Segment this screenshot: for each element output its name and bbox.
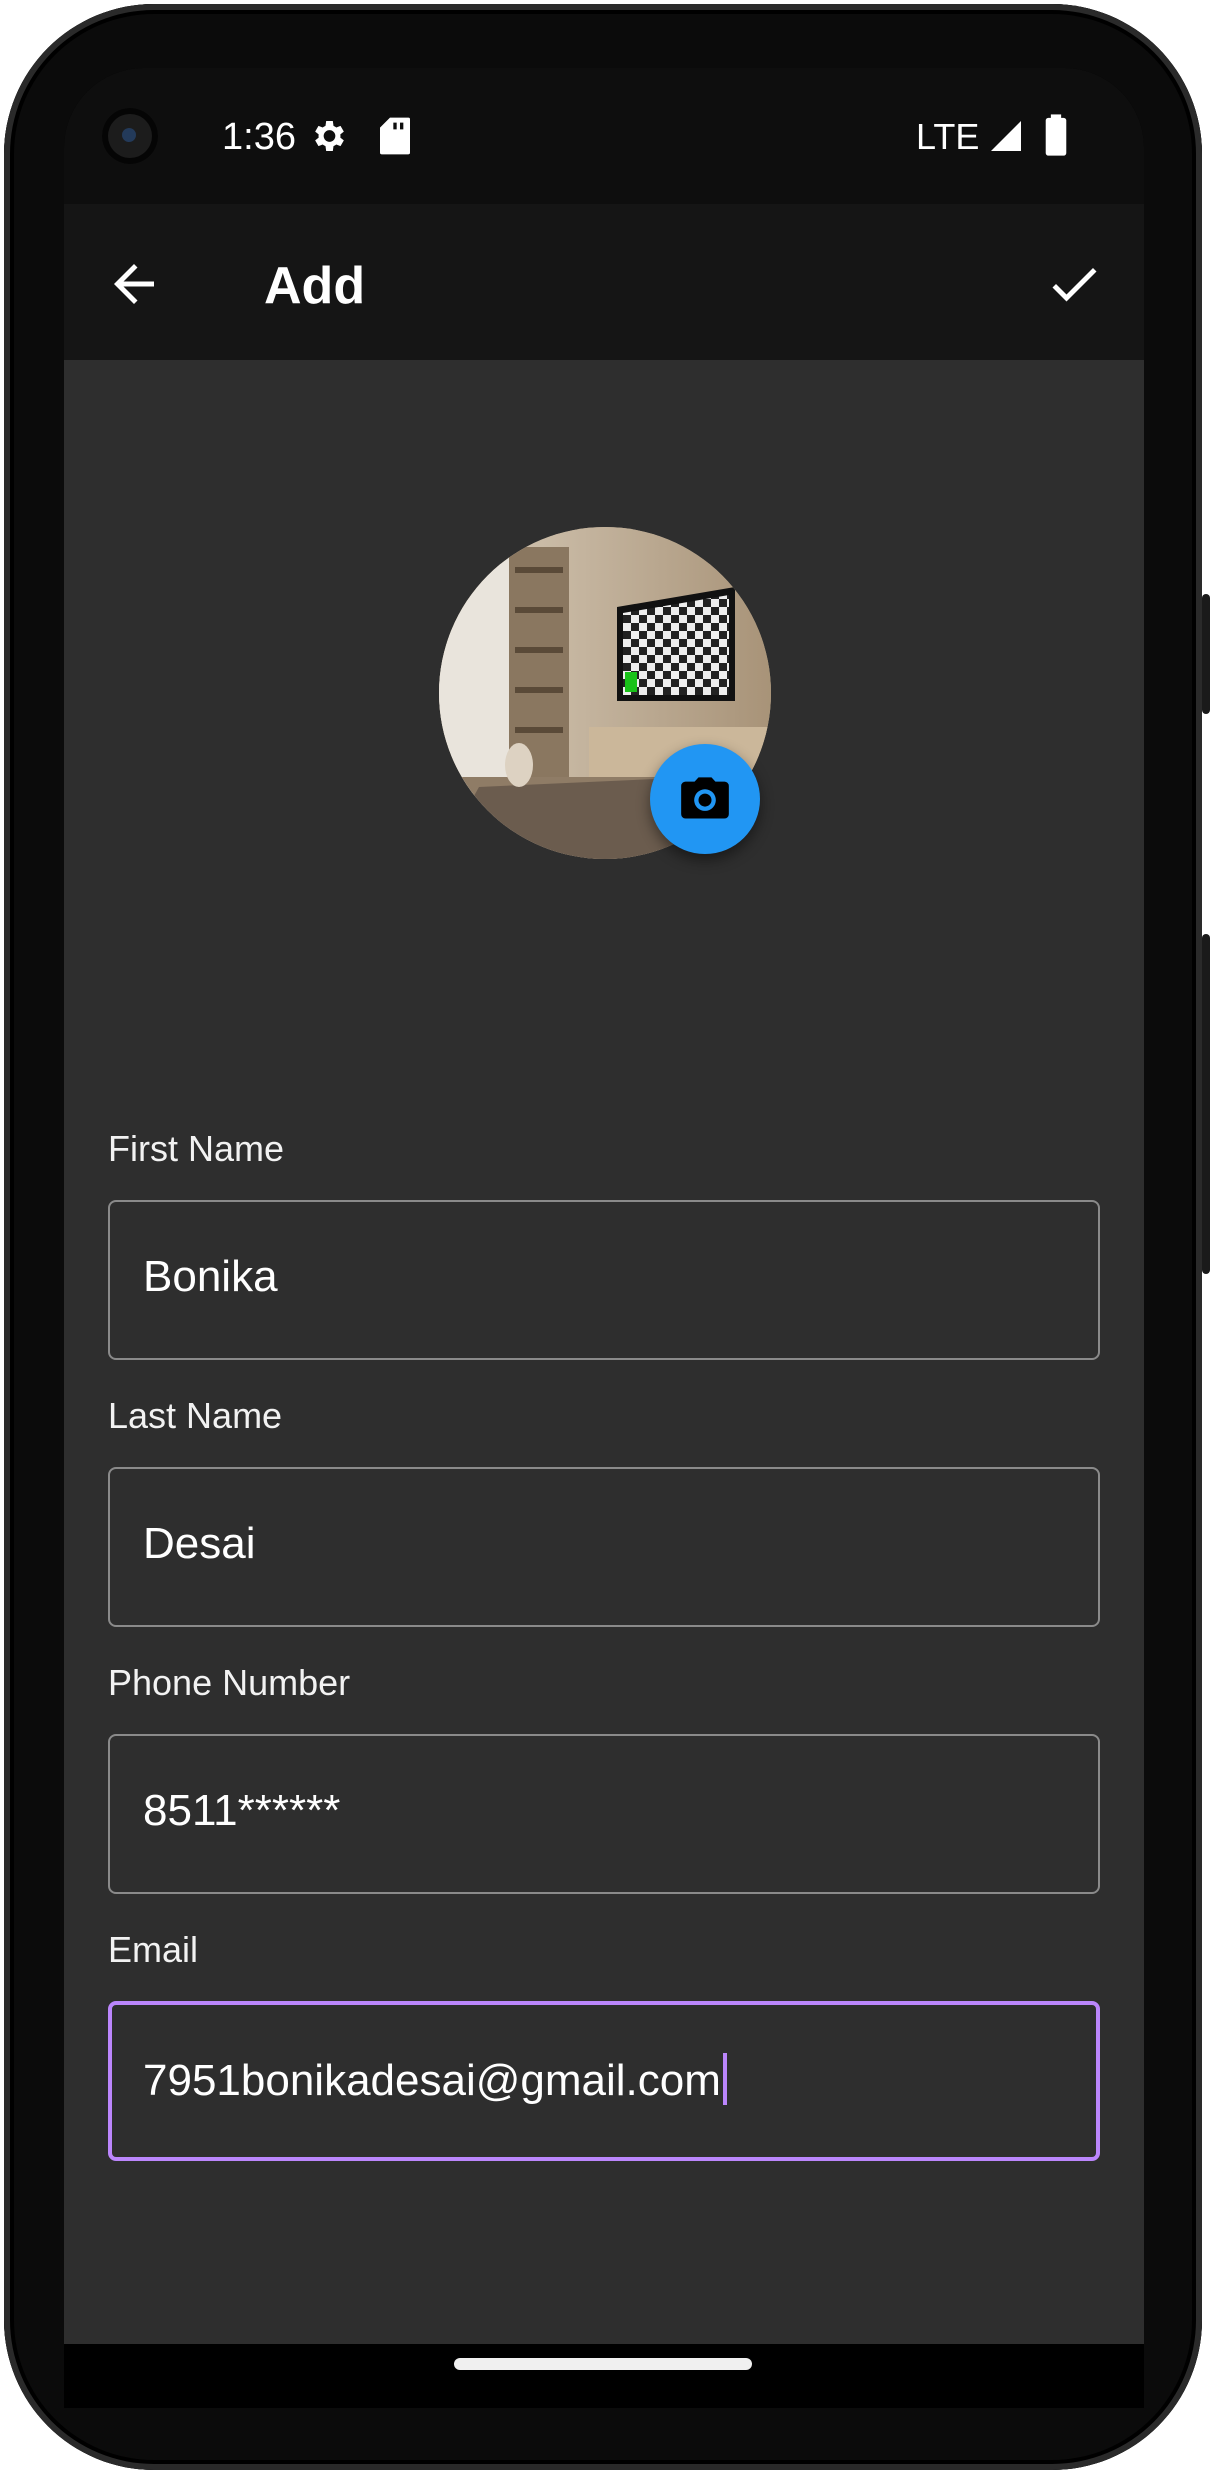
phone-number-field[interactable]: 8511******: [108, 1734, 1100, 1894]
first-name-value: Bonika: [143, 1252, 278, 1301]
first-name-label: First Name: [108, 1128, 285, 1169]
first-name-field[interactable]: Bonika: [108, 1200, 1100, 1360]
phone-number-value: 8511******: [143, 1786, 341, 1835]
status-time: 1:36: [222, 116, 296, 158]
email-value-container: 7951bonikadesai@gmail.com: [143, 2053, 727, 2106]
signal-icon: [991, 121, 1021, 151]
settings-gear-icon: [315, 121, 344, 151]
volume-button: [1202, 934, 1210, 1274]
change-photo-button[interactable]: [650, 744, 760, 854]
network-type: LTE: [916, 116, 980, 157]
status-bar: 1:36 LTE: [64, 68, 1144, 204]
camera-icon: [681, 777, 729, 819]
last-name-field[interactable]: Desai: [108, 1467, 1100, 1627]
front-camera: [102, 108, 158, 164]
check-icon[interactable]: [1044, 254, 1104, 314]
battery-icon: [1045, 114, 1067, 156]
app-bar: Add: [64, 204, 1144, 360]
page-title: Add: [264, 257, 366, 315]
back-arrow-icon[interactable]: [104, 254, 164, 314]
navigation-bar: [64, 2344, 1144, 2408]
home-gesture-handle[interactable]: [454, 2358, 752, 2370]
email-value: 7951bonikadesai@gmail.com: [143, 2056, 721, 2105]
sd-card-icon: [380, 117, 410, 155]
last-name-value: Desai: [143, 1519, 256, 1568]
text-cursor: [722, 2053, 727, 2105]
screen: 1:36 LTE Add First Name Bonika Last Name…: [64, 68, 1144, 2408]
email-field[interactable]: 7951bonikadesai@gmail.com: [108, 2001, 1100, 2161]
last-name-label: Last Name: [108, 1395, 283, 1436]
power-button: [1202, 594, 1210, 714]
phone-number-label: Phone Number: [108, 1662, 351, 1703]
email-label: Email: [108, 1929, 199, 1970]
form-content: First Name Bonika Last Name Desai Phone …: [64, 360, 1144, 2344]
phone-frame: 1:36 LTE Add First Name Bonika Last Name…: [4, 4, 1210, 2470]
